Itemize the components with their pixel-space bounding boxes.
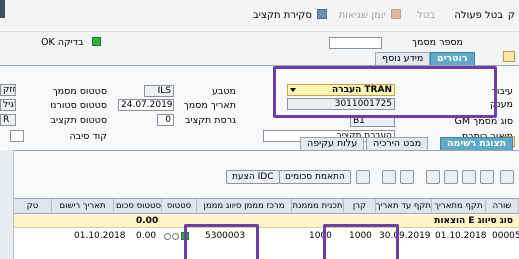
check-ok-label: בדיקה OK bbox=[41, 37, 84, 48]
col-tech[interactable]: טק bbox=[14, 199, 52, 214]
workflow-status-value: רגיל bbox=[0, 99, 16, 111]
window-edge bbox=[0, 0, 5, 18]
tab-indirect-cost[interactable]: עלות עקיפה bbox=[300, 137, 365, 150]
cell-amount: 0.00 bbox=[136, 231, 157, 241]
error-log-label: יומן שגיאות bbox=[338, 10, 386, 21]
error-log-button[interactable]: יומן שגיאות bbox=[339, 9, 401, 23]
delete-row-icon[interactable] bbox=[462, 170, 476, 184]
doc-status-value: מוחזק bbox=[0, 84, 16, 96]
col-fund-center[interactable]: מרכז מממן סיווג מממן bbox=[197, 199, 292, 214]
undo-action-button[interactable]: בטל פעולה bbox=[454, 9, 503, 23]
currency-value: ILS bbox=[144, 85, 174, 97]
left-scroll-edge[interactable] bbox=[0, 150, 14, 259]
currency-label: מטבע bbox=[211, 86, 236, 97]
doc-number-label: מספר מסמך bbox=[411, 37, 463, 48]
cancel-button[interactable]: בטל bbox=[417, 9, 435, 23]
budget-overview-label: סקירת תקציב bbox=[252, 10, 312, 21]
workflow-status-label: סטטוס סטורנו bbox=[50, 100, 107, 111]
idc-proposal-button[interactable]: הצעת IDC bbox=[226, 170, 280, 184]
highlight-fund-center bbox=[184, 224, 259, 259]
export-icon[interactable] bbox=[356, 170, 370, 184]
doc-status-label: סטטוס מסמך bbox=[52, 86, 107, 97]
col-valid-from[interactable]: תקף מתאריך bbox=[432, 199, 486, 214]
highlight-valid-to bbox=[323, 224, 399, 259]
doc-date-label: תאריך מסמך bbox=[183, 100, 236, 111]
sort-icon[interactable] bbox=[426, 170, 440, 184]
group-amount: 0.00 bbox=[136, 216, 159, 226]
col-program[interactable]: תכנית מממנת bbox=[292, 199, 344, 214]
budget-version-label: גרסת תקציב bbox=[185, 115, 236, 126]
group-title: סוג סיווג E הוצאות bbox=[434, 216, 513, 226]
application-toolbar: ק בטל פעולה בטל יומן שגיאות סקירת תקציב bbox=[0, 0, 519, 32]
toolbar-menu-right[interactable]: ק bbox=[508, 9, 515, 23]
budget-overview-icon bbox=[317, 9, 327, 19]
sum-icon[interactable] bbox=[382, 170, 396, 184]
reason-code-label: קוד סיבה bbox=[69, 131, 107, 142]
cell-line: 000050 bbox=[492, 231, 519, 241]
status-light-icon bbox=[172, 233, 179, 240]
tab-hierarchy-view[interactable]: מבט הירכיה bbox=[366, 137, 429, 150]
tab-routers[interactable]: רוטרים bbox=[430, 52, 475, 65]
insert-row-icon[interactable] bbox=[480, 170, 494, 184]
col-posting-date[interactable]: תאריך רישום bbox=[52, 199, 114, 214]
col-amount[interactable]: סטטוס סכום נ bbox=[114, 199, 162, 214]
check-ok-green-icon bbox=[92, 37, 101, 46]
budget-status-value: R bbox=[0, 114, 16, 126]
cell-valid-from: 01.10.2018 bbox=[435, 231, 487, 241]
layout-icon[interactable] bbox=[400, 170, 414, 184]
tab-additional-info[interactable]: מידע נוסף bbox=[375, 52, 431, 65]
error-log-icon bbox=[391, 9, 401, 19]
undo-action-label: בטל פעולה bbox=[454, 10, 503, 21]
header-toggle-icon[interactable] bbox=[503, 51, 515, 62]
col-fund[interactable]: קרן bbox=[344, 199, 376, 214]
reason-code-input[interactable] bbox=[10, 130, 24, 142]
col-valid-to[interactable]: תקף עד תאריך bbox=[376, 199, 432, 214]
cancel-label: בטל bbox=[417, 10, 435, 21]
doc-number-input[interactable] bbox=[329, 37, 382, 49]
table-row[interactable]: 000050 01.10.2018 30.09.2019 1000 1000 5… bbox=[14, 229, 519, 243]
col-status[interactable]: סטטוס bbox=[162, 199, 197, 214]
refresh-icon[interactable] bbox=[500, 170, 514, 184]
status-light-icon bbox=[164, 233, 171, 240]
budget-overview-button[interactable]: סקירת תקציב bbox=[253, 9, 327, 23]
adjust-amounts-button[interactable]: התאמת סכומים bbox=[279, 170, 351, 184]
highlight-processing-box bbox=[273, 66, 497, 118]
doc-date-input[interactable]: 24.07.2019 bbox=[118, 99, 174, 111]
tab-list-view[interactable]: תצוגת רשימה bbox=[440, 137, 514, 150]
group-row: סוג סיווג E הוצאות 0.00 bbox=[14, 215, 519, 228]
budget-version-input[interactable]: 0 bbox=[157, 114, 174, 126]
filter-icon[interactable] bbox=[444, 170, 458, 184]
cell-posting-date: 01.10.2018 bbox=[74, 231, 126, 241]
items-grid: שורה תקף מתאריך תקף עד תאריך קרן תכנית מ… bbox=[14, 198, 519, 259]
col-line[interactable]: שורה bbox=[486, 199, 519, 214]
budget-status-label: סטטוס תקציב bbox=[50, 115, 108, 126]
